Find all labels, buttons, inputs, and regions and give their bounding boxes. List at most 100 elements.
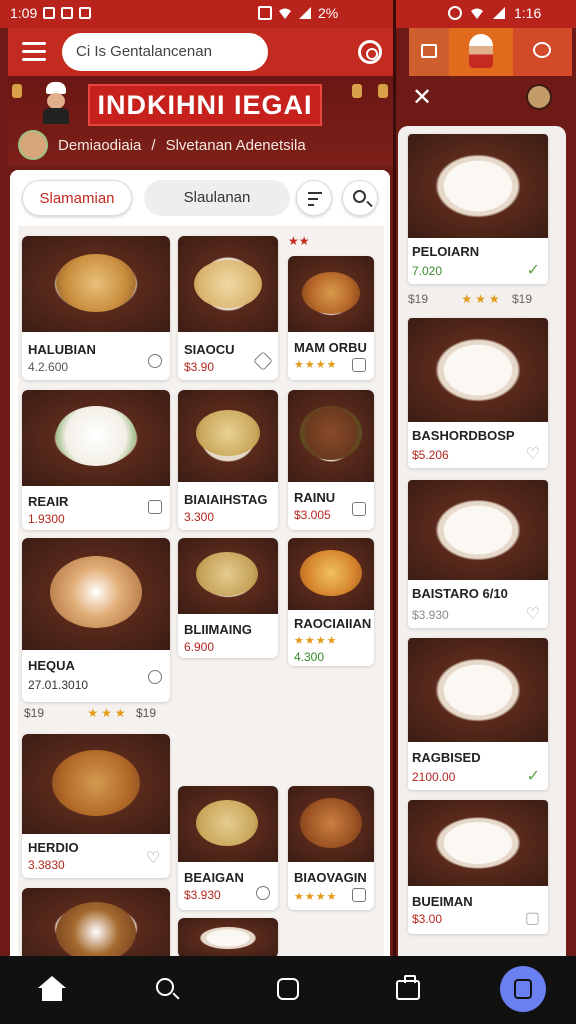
side-tab-chef[interactable] <box>449 28 513 76</box>
food-name: BIAOVAGIN <box>294 870 367 885</box>
side-tab-profile[interactable] <box>513 28 572 76</box>
food-name: BASHORDBOSP <box>412 428 515 443</box>
row-meta: $19 ★★★ $19 <box>408 292 532 306</box>
food-price: $3.930 <box>412 608 449 622</box>
bottom-nav <box>0 956 576 1024</box>
status-time: 1:09 <box>10 5 38 21</box>
wifi-icon <box>278 6 292 20</box>
food-card[interactable]: RAOCIAIIAN ★★★★ 4.300 <box>288 538 374 666</box>
food-card[interactable]: RAINU $3.005 <box>288 390 374 530</box>
notification-icon <box>61 7 74 19</box>
board-icon <box>421 44 437 58</box>
food-price: 3.300 <box>184 510 215 524</box>
alarm-icon <box>448 6 462 20</box>
wifi-icon <box>470 6 484 20</box>
settings-icon[interactable] <box>358 40 382 64</box>
food-price: 4.300 <box>294 650 325 664</box>
hero-banner: INDKIHNI IEGAI Demiaodiaia / Slvetanan A… <box>8 76 393 166</box>
food-card[interactable]: HERDIO 3.3830 ♡ <box>22 734 170 878</box>
food-price: 7.020 <box>412 264 443 278</box>
food-card[interactable]: HALUBIAN 4.2.600 <box>22 236 170 380</box>
home-icon[interactable] <box>38 976 66 1002</box>
food-name: RAGBISED <box>412 750 481 765</box>
heart-icon[interactable]: ♡ <box>146 851 162 867</box>
side-food-card[interactable]: RAGBISED 2100.00 ✓ <box>408 638 548 790</box>
food-card[interactable]: BIAIAIHSTAG 3.300 <box>178 390 278 530</box>
cart-button[interactable] <box>500 966 546 1012</box>
food-name: PELOIARN <box>412 244 480 259</box>
bookmark-icon[interactable] <box>352 888 366 902</box>
food-name: BEAIGAN <box>184 870 244 885</box>
food-price: 2100.00 <box>412 770 456 784</box>
food-price: $3.005 <box>294 508 331 522</box>
check-icon[interactable]: ✓ <box>527 766 540 786</box>
lantern-icon <box>12 84 22 98</box>
bookmark-icon[interactable]: ▢ <box>525 908 540 928</box>
food-card[interactable]: BEAIGAN $3.930 <box>178 786 278 910</box>
food-price: $3.930 <box>184 888 221 902</box>
search-input[interactable]: Ci Is Gentalancenan <box>62 33 268 71</box>
search-button[interactable] <box>342 180 378 216</box>
filter-chip-active[interactable]: Slamamian <box>22 180 132 216</box>
food-name: HERDIO <box>28 840 79 855</box>
favorite-icon[interactable] <box>148 354 162 368</box>
side-food-card[interactable]: BUEIMAN $3.00 ▢ <box>408 800 548 934</box>
row-meta: $19 ★★★ $19 <box>24 706 156 720</box>
breadcrumb: Demiaodiaia / Slvetanan Adenetsila <box>18 128 306 162</box>
side-tab-board[interactable] <box>409 28 449 76</box>
food-name: REAIR <box>28 494 69 509</box>
favorite-icon[interactable] <box>148 670 162 684</box>
food-card[interactable]: REAIR 1.9300 <box>22 390 170 530</box>
food-name: BLIIMAING <box>184 622 252 637</box>
food-card[interactable] <box>178 918 278 956</box>
food-card[interactable]: SIAOCU $3.90 <box>178 236 278 380</box>
bookmark-icon[interactable] <box>352 502 366 516</box>
food-card[interactable] <box>22 888 170 956</box>
food-name: HALUBIAN <box>28 342 96 357</box>
food-price: 6.900 <box>184 640 215 654</box>
breadcrumb-item[interactable]: Slvetanan Adenetsila <box>166 137 306 154</box>
banner-title: INDKIHNI IEGAI <box>88 84 322 126</box>
food-name: MAM ORBU <box>294 340 367 355</box>
food-image <box>408 134 548 238</box>
filter-icon <box>308 192 322 210</box>
profile-icon <box>533 42 551 58</box>
food-name: SIAOCU <box>184 342 235 357</box>
food-grid: HALUBIAN 4.2.600 SIAOCU $3.90 ★★ MAM ORB… <box>18 226 384 956</box>
close-icon[interactable]: ✕ <box>412 86 432 110</box>
food-image <box>408 480 548 580</box>
menu-icon[interactable] <box>22 42 46 62</box>
search-icon <box>353 190 366 203</box>
food-card[interactable]: HEQUA 27.01.3010 <box>22 538 170 702</box>
search-icon[interactable] <box>156 978 174 996</box>
heart-icon[interactable]: ♡ <box>526 444 540 464</box>
status-time-right: 1:16 <box>514 5 542 21</box>
side-food-card[interactable]: BAISTARO 6/10 $3.930 ♡ <box>408 480 548 628</box>
food-name: BIAIAIHSTAG <box>184 492 268 507</box>
split-divider <box>393 0 396 956</box>
check-icon[interactable]: ✓ <box>527 260 540 280</box>
breadcrumb-item[interactable]: Demiaodiaia <box>58 137 141 154</box>
side-food-card[interactable]: BASHORDBOSP $5.206 ♡ <box>408 318 548 468</box>
filter-button[interactable] <box>296 180 332 216</box>
food-card[interactable]: MAM ORBU ★★★★ <box>288 256 374 380</box>
filter-chip[interactable]: Slaulanan <box>144 180 290 216</box>
food-card[interactable]: BLIIMAING 6.900 <box>178 538 278 658</box>
food-name: RAOCIAIIAN <box>294 616 372 631</box>
avatar[interactable] <box>18 130 48 160</box>
lantern-icon <box>352 84 362 98</box>
share-icon[interactable] <box>352 358 366 372</box>
bag-icon[interactable] <box>396 975 420 1000</box>
cup-icon[interactable] <box>148 500 162 514</box>
heart-icon[interactable]: ♡ <box>526 604 540 624</box>
food-card[interactable]: BIAOVAGIN ★★★★ <box>288 786 374 910</box>
rating-stars: ★★★★ <box>294 635 338 647</box>
tag-icon[interactable] <box>253 351 273 371</box>
compass-icon[interactable] <box>526 84 552 110</box>
food-name: BAISTARO 6/10 <box>412 586 508 601</box>
recent-apps-icon[interactable] <box>277 978 299 1000</box>
cup-icon[interactable] <box>256 886 270 900</box>
meta-price: $19 <box>512 292 533 306</box>
side-food-card[interactable]: PELOIARN 7.020 ✓ <box>408 134 548 284</box>
food-price: 1.9300 <box>28 512 65 526</box>
